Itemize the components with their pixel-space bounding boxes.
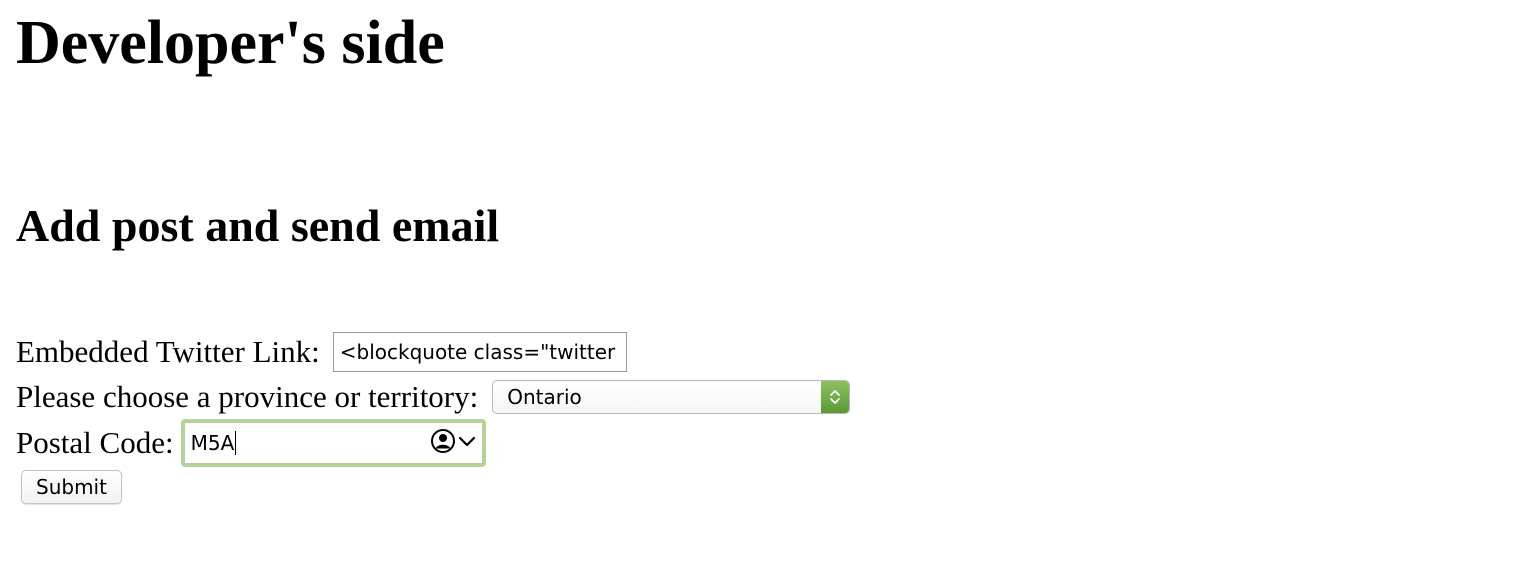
postal-code-field[interactable]: M5A [191,431,430,455]
postal-code-label: Postal Code: [16,425,174,460]
submit-button[interactable]: Submit [21,470,122,504]
twitter-link-input[interactable]: <blockquote class="twitter [332,332,627,372]
province-row: Please choose a province or territory: O… [16,379,851,415]
person-circle-icon [430,428,456,459]
text-caret [235,431,237,455]
up-down-chevron-icon [821,381,850,413]
province-selected-value: Ontario [507,385,582,409]
twitter-link-row: Embedded Twitter Link: <blockquote class… [16,332,627,372]
page-title: Developer's side [16,9,445,77]
postal-code-input[interactable]: M5A [180,419,486,467]
postal-code-row: Postal Code: M5A [16,419,486,467]
postal-code-value: M5A [190,431,235,455]
province-select[interactable]: Ontario [492,380,851,414]
form-heading: Add post and send email [16,200,500,251]
province-label: Please choose a province or territory: [16,379,479,414]
twitter-link-value: <blockquote class="twitter [339,340,616,364]
twitter-link-label: Embedded Twitter Link: [16,334,320,369]
chevron-down-icon [458,434,476,453]
autofill-button[interactable] [430,428,476,459]
